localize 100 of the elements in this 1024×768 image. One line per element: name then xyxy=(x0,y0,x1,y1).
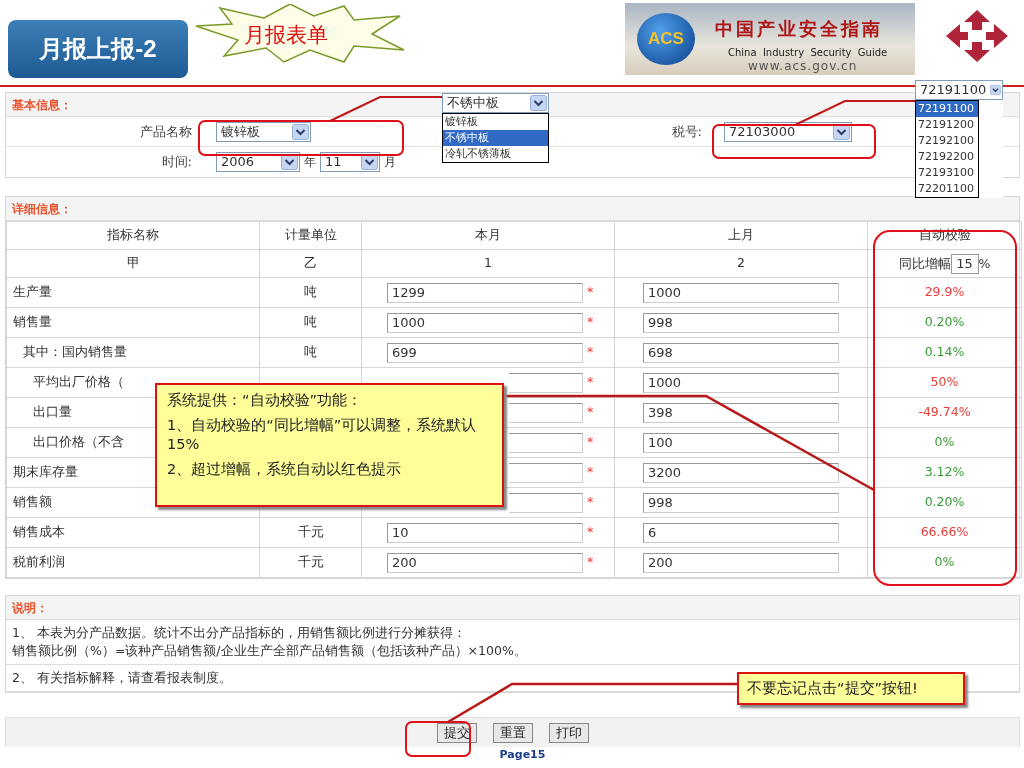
globe-badge: ACS xyxy=(637,13,695,65)
percent-sign: % xyxy=(978,255,991,271)
input-field[interactable]: 998 xyxy=(643,492,839,513)
dropdown[interactable]: 72191100 xyxy=(915,80,1003,100)
check-result: 0% xyxy=(934,554,955,570)
unit-label: 年 xyxy=(304,154,316,171)
required-mark: * xyxy=(587,343,594,362)
dropdown-option[interactable]: 72191200 xyxy=(916,117,978,133)
input-field[interactable]: 10 xyxy=(387,522,583,543)
input-field[interactable]: 698 xyxy=(643,342,839,363)
input-field[interactable]: 699 xyxy=(387,342,583,363)
input-field[interactable]: 1000 xyxy=(643,372,839,393)
required-mark: * xyxy=(587,373,594,392)
print-button[interactable]: 打印 xyxy=(548,722,589,743)
required-mark: * xyxy=(587,433,594,452)
input-field[interactable]: 200 xyxy=(387,552,583,573)
required-mark: * xyxy=(587,523,594,542)
month-dropdown[interactable]: 11 xyxy=(320,152,380,172)
product-dropdown[interactable]: 镀锌板 xyxy=(216,121,311,142)
year-dropdown[interactable]: 2006 xyxy=(216,152,300,172)
required-mark: * xyxy=(587,553,594,572)
table-cell: 吨 xyxy=(259,277,362,308)
dropdown-option[interactable]: 72201100 xyxy=(916,181,978,197)
table-cell: 乙 xyxy=(259,249,362,278)
caret-icon xyxy=(990,82,1001,98)
dropdown-option[interactable]: 72192100 xyxy=(916,133,978,149)
caret-icon xyxy=(530,95,547,111)
column-header: 计量单位 xyxy=(259,221,362,250)
check-result: 0.20% xyxy=(924,494,965,510)
input-field[interactable]: 1299 xyxy=(387,282,583,303)
row-label: 其中：国内销售量 xyxy=(6,337,260,368)
banner-url: www.acs.gov.cn xyxy=(748,58,858,75)
required-mark: * xyxy=(587,283,594,302)
dropdown-option[interactable]: 冷轧不锈薄板 xyxy=(443,146,548,162)
input-field[interactable] xyxy=(509,432,583,453)
required-mark: * xyxy=(587,493,594,512)
table-cell: 1 xyxy=(361,249,615,278)
input-field[interactable]: 3200 xyxy=(643,462,839,483)
column-header: 指标名称 xyxy=(6,221,260,250)
dropdown-option[interactable]: 不锈中板 xyxy=(443,130,548,146)
slide-title: 月报上报-2 xyxy=(8,20,188,78)
logo-icon xyxy=(944,8,1010,64)
growth-label: 同比增幅 xyxy=(898,255,951,271)
table-cell: 2 xyxy=(614,249,868,278)
required-mark: * xyxy=(587,403,594,422)
note-text: 2、 有关指标解释，请查看报表制度。 xyxy=(12,669,232,687)
check-result: 0.14% xyxy=(924,344,965,360)
check-result: 66.66% xyxy=(920,524,969,540)
section-heading: 详细信息： xyxy=(6,197,1019,221)
table-cell: 吨 xyxy=(259,337,362,368)
dropdown-option[interactable]: 镀锌板 xyxy=(443,114,548,130)
column-header: 上月 xyxy=(614,221,868,250)
reset-button[interactable]: 重置 xyxy=(492,722,533,743)
dropdown-option[interactable]: 72192200 xyxy=(916,149,978,165)
input-field[interactable]: 100 xyxy=(643,432,839,453)
required-mark: * xyxy=(587,313,594,332)
column-header: 本月 xyxy=(361,221,615,250)
table-cell: 甲 xyxy=(6,249,260,278)
input-field[interactable] xyxy=(509,492,583,513)
field-label: 时间: xyxy=(160,153,193,172)
banner-subtitle: China Industry Security Guide xyxy=(728,46,888,60)
row-label: 销售成本 xyxy=(6,517,260,548)
note-text: 销售额比例（%）=该种产品销售额/企业生产全部产品销售额（包括该种产品）×100%。 xyxy=(12,642,527,660)
table-cell: 千元 xyxy=(259,547,362,578)
growth-input[interactable]: 15 xyxy=(950,253,979,274)
row-label: 生产量 xyxy=(6,277,260,308)
input-field[interactable]: 998 xyxy=(643,312,839,333)
check-result: 0% xyxy=(934,434,955,450)
row-label: 税前利润 xyxy=(6,547,260,578)
input-field[interactable]: 398 xyxy=(643,402,839,423)
input-field[interactable]: 1000 xyxy=(643,282,839,303)
input-field[interactable]: 1000 xyxy=(387,312,583,333)
caret-icon xyxy=(292,123,309,140)
row-label: 销售量 xyxy=(6,307,260,338)
table-cell: 千元 xyxy=(259,517,362,548)
input-field[interactable] xyxy=(509,402,583,423)
required-mark: * xyxy=(587,463,594,482)
input-field[interactable] xyxy=(509,372,583,393)
section-heading: 说明： xyxy=(6,596,1019,620)
check-result: 3.12% xyxy=(924,464,965,480)
check-result: 29.9% xyxy=(924,284,965,300)
note-text: 1、 本表为分产品数据。统计不出分产品指标的，用销售额比例进行分摊获得： xyxy=(12,624,466,642)
dropdown-option[interactable]: 72191100 xyxy=(916,101,978,117)
check-result: 0.20% xyxy=(924,314,965,330)
table-cell: 吨 xyxy=(259,307,362,338)
field-label: 税号: xyxy=(670,122,703,141)
check-result: -49.74% xyxy=(918,404,971,420)
highlight-frame xyxy=(405,721,471,757)
dropdown-option[interactable]: 72193100 xyxy=(916,165,978,181)
callout-text: 不要忘记点击“提交”按钮! xyxy=(747,679,919,698)
page-number: Page15 xyxy=(498,747,547,763)
input-field[interactable]: 6 xyxy=(643,522,839,543)
input-field[interactable]: 200 xyxy=(643,552,839,573)
banner-title: 中国产业安全指南 xyxy=(715,17,883,41)
burst-label: 月报表单 xyxy=(244,22,328,49)
input-field[interactable] xyxy=(509,462,583,483)
dropdown[interactable]: 不锈中板 xyxy=(442,93,549,113)
check-result: 50% xyxy=(930,374,959,390)
unit-label: 月 xyxy=(384,154,396,171)
field-label: 产品名称 xyxy=(139,122,193,141)
